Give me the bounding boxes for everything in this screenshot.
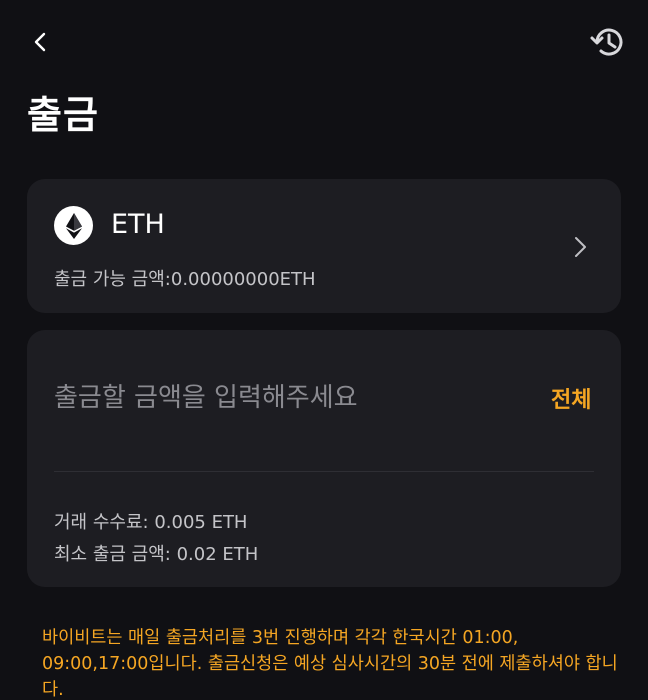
page-title: 출금 bbox=[27, 93, 99, 137]
divider bbox=[54, 471, 594, 472]
fee-info: 거래 수수료: 0.005 ETH bbox=[54, 508, 247, 534]
fee-value: 0.005 ETH bbox=[154, 512, 248, 533]
available-label: 출금 가능 금액: bbox=[54, 269, 171, 290]
chevron-right-icon bbox=[575, 237, 586, 257]
chevron-left-icon bbox=[34, 32, 46, 52]
back-button[interactable] bbox=[22, 24, 58, 60]
withdraw-notice: 바이비트는 매일 출금처리를 3번 진행하며 각각 한국시간 01:00, 09… bbox=[42, 628, 618, 700]
ethereum-icon bbox=[54, 206, 93, 245]
available-balance: 출금 가능 금액:0.00000000ETH bbox=[54, 265, 316, 291]
history-button[interactable] bbox=[586, 20, 630, 64]
min-withdraw-info: 최소 출금 금액: 0.02 ETH bbox=[54, 540, 258, 566]
available-value: 0.00000000ETH bbox=[170, 269, 316, 290]
amount-input[interactable] bbox=[54, 376, 524, 420]
coin-selector[interactable]: ETH 출금 가능 금액:0.00000000ETH bbox=[27, 179, 621, 313]
min-withdraw-value: 0.02 ETH bbox=[176, 544, 259, 565]
max-amount-button[interactable]: 전체 bbox=[551, 382, 591, 414]
fee-label: 거래 수수료: bbox=[54, 512, 155, 533]
withdraw-screen: 출금 ETH 출금 가능 금액:0.00000000ETH 전체 거래 수수료:… bbox=[0, 0, 648, 700]
history-icon bbox=[590, 28, 623, 56]
min-withdraw-label: 최소 출금 금액: bbox=[54, 544, 177, 565]
top-bar bbox=[0, 0, 648, 80]
coin-symbol: ETH bbox=[111, 209, 165, 240]
amount-card: 전체 거래 수수료: 0.005 ETH 최소 출금 금액: 0.02 ETH bbox=[27, 330, 621, 587]
